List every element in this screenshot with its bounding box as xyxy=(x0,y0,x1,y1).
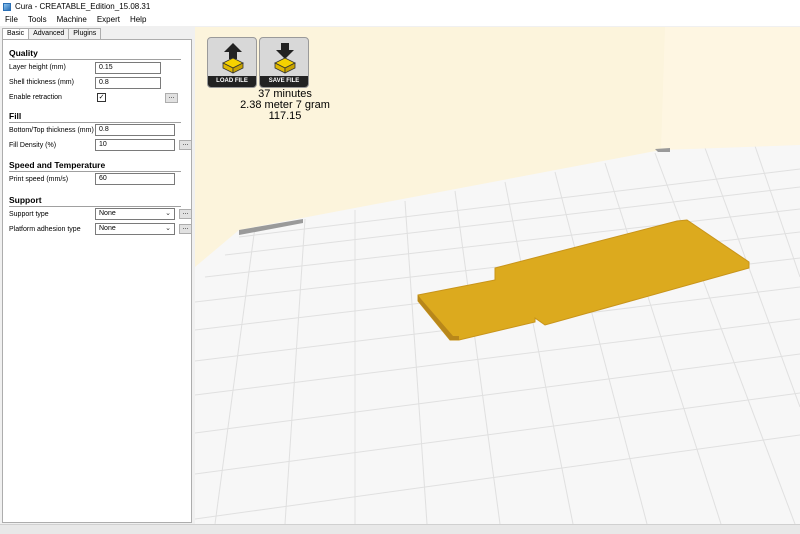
platform-adhesion-label: Platform adhesion type xyxy=(9,226,81,233)
cura-app-icon xyxy=(3,2,11,11)
print-estimate: 37 minutes 2.38 meter 7 gram 117.15 xyxy=(230,89,340,122)
right-wall xyxy=(661,27,800,150)
fill-density-label: Fill Density (%) xyxy=(9,142,57,149)
layer-height-input[interactable]: 0.15 xyxy=(95,62,161,74)
platform-adhesion-value: None xyxy=(99,225,116,232)
menu-tools[interactable]: Tools xyxy=(23,15,52,24)
status-bar xyxy=(0,524,800,534)
menu-expert[interactable]: Expert xyxy=(92,15,125,24)
section-quality-title: Quality xyxy=(9,48,38,58)
platform-adhesion-select[interactable]: None ⌄ xyxy=(95,223,175,235)
section-divider xyxy=(9,59,181,60)
title-bar: Cura - CREATABLE_Edition_15.08.31 xyxy=(0,0,800,13)
tab-plugins[interactable]: Plugins xyxy=(68,28,102,39)
fill-density-input[interactable]: 10 xyxy=(95,139,175,151)
save-file-icon xyxy=(274,43,296,74)
save-file-label: SAVE FILE xyxy=(260,76,308,87)
menu-bar: File Tools Machine Expert Help xyxy=(0,13,800,26)
support-type-label: Support type xyxy=(9,211,49,218)
load-file-label: LOAD FILE xyxy=(208,76,256,87)
settings-tabs: Basic Advanced Plugins xyxy=(2,28,102,40)
layer-height-label: Layer height (mm) xyxy=(9,64,66,71)
basic-settings-page: Quality Layer height (mm) 0.15 Shell thi… xyxy=(2,39,192,523)
section-divider xyxy=(9,206,181,207)
enable-retraction-label: Enable retraction xyxy=(9,94,62,101)
enable-retraction-checkbox[interactable]: ✓ xyxy=(97,93,106,102)
support-more-button[interactable]: ... xyxy=(179,209,192,219)
section-divider xyxy=(9,122,181,123)
shell-thickness-label: Shell thickness (mm) xyxy=(9,79,74,86)
menu-help[interactable]: Help xyxy=(125,15,151,24)
chevron-down-icon: ⌄ xyxy=(165,210,171,217)
print-speed-input[interactable]: 60 xyxy=(95,173,175,185)
window-title: Cura - CREATABLE_Edition_15.08.31 xyxy=(15,2,151,11)
section-speed-title: Speed and Temperature xyxy=(9,160,106,170)
section-fill-title: Fill xyxy=(9,111,22,121)
section-support-title: Support xyxy=(9,195,42,205)
bottom-top-thickness-label: Bottom/Top thickness (mm) xyxy=(9,127,94,134)
print-cost: 117.15 xyxy=(268,110,302,122)
section-divider xyxy=(9,171,181,172)
retraction-more-button[interactable]: ... xyxy=(165,93,178,103)
chevron-down-icon: ⌄ xyxy=(165,225,171,232)
menu-machine[interactable]: Machine xyxy=(52,15,92,24)
bottom-top-thickness-input[interactable]: 0.8 xyxy=(95,124,175,136)
fill-more-button[interactable]: ... xyxy=(179,140,192,150)
save-file-button[interactable]: SAVE FILE xyxy=(259,37,309,88)
support-type-value: None xyxy=(99,210,116,217)
shell-thickness-input[interactable]: 0.8 xyxy=(95,77,161,89)
support-type-select[interactable]: None ⌄ xyxy=(95,208,175,220)
settings-panel: Basic Advanced Plugins Quality Layer hei… xyxy=(0,27,195,524)
adhesion-more-button[interactable]: ... xyxy=(179,224,192,234)
tab-advanced[interactable]: Advanced xyxy=(28,28,70,39)
load-file-icon xyxy=(222,43,244,74)
print-speed-label: Print speed (mm/s) xyxy=(9,176,69,183)
menu-file[interactable]: File xyxy=(0,15,23,24)
load-file-button[interactable]: LOAD FILE xyxy=(207,37,257,88)
